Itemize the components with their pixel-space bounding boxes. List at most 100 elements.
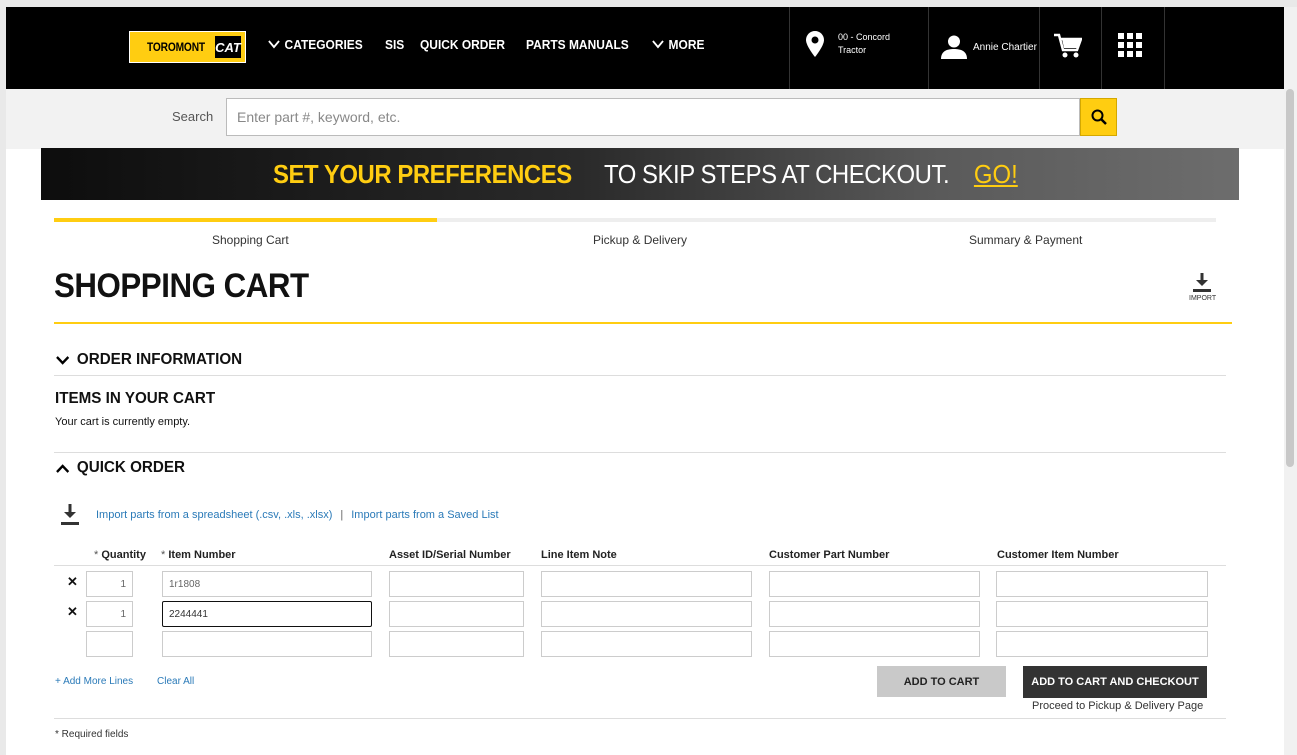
search-bar-row: Search Enter part #, keyword, etc. [6,89,1284,149]
nav-parts-manuals[interactable]: PARTS MANUALS [526,37,629,52]
section-divider [54,452,1226,453]
section-heading: QUICK ORDER [76,459,185,476]
nav-label: MORE [668,37,705,52]
line-note-input[interactable] [541,601,752,627]
required-fields-note: * Required fields [55,729,129,740]
step-summary-payment[interactable]: Summary & Payment [969,233,1082,247]
add-more-lines-link[interactable]: + Add More Lines [55,676,133,687]
checkout-progress-fill [54,218,438,222]
customer-part-input[interactable] [769,631,980,657]
column-header-customer-item: Customer Item Number [997,549,1119,561]
order-information-toggle[interactable]: ORDER INFORMATION [56,351,242,369]
logo-text: TOROMONT [147,40,205,54]
column-header-item-number: * Item Number [161,549,236,561]
page-scrollbar[interactable] [1284,7,1297,755]
store-location-selector[interactable]: 00 - Concord Tractor [806,31,890,57]
item-number-input[interactable] [162,631,372,657]
banner-highlight: SET YOUR PREFERENCES [273,158,572,189]
customer-item-input[interactable] [996,631,1208,657]
nav-more[interactable]: MORE [652,37,705,52]
column-header-line-note: Line Item Note [541,549,617,561]
step-shopping-cart[interactable]: Shopping Cart [212,233,289,247]
remove-row-button[interactable]: ✕ [67,604,78,620]
cart-empty-message: Your cart is currently empty. [55,416,191,428]
location-type: Tractor [838,45,867,55]
nav-quick-order[interactable]: QUICK ORDER [420,37,505,52]
location-pin-icon [806,31,824,57]
quick-order-toggle[interactable]: QUICK ORDER [56,459,185,477]
main-nav: CATEGORIES SIS QUICK ORDER PARTS MANUALS… [268,37,709,52]
footer-divider [54,718,1226,719]
clear-all-link[interactable]: Clear All [157,676,194,687]
asset-id-input[interactable] [389,601,524,627]
customer-item-input[interactable] [996,571,1208,597]
page-title: SHOPPING CART [54,267,309,305]
quantity-input[interactable] [86,631,133,657]
cart-icon[interactable] [1054,33,1083,64]
toromont-cat-logo[interactable]: TOROMONT CAT [129,31,246,63]
search-input[interactable]: Enter part #, keyword, etc. [226,98,1080,136]
customer-part-input[interactable] [769,571,980,597]
add-to-cart-button[interactable]: ADD TO CART [877,666,1006,697]
step-pickup-delivery[interactable]: Pickup & Delivery [593,233,687,247]
asset-id-input[interactable] [389,631,524,657]
nav-label: QUICK ORDER [419,37,506,52]
column-header-quantity: * Quantity [94,549,146,561]
line-note-input[interactable] [541,571,752,597]
user-account-menu[interactable]: Annie Chartier [941,35,1037,59]
import-label: IMPORT [1189,295,1217,302]
download-icon [1193,273,1211,292]
header-divider [1039,7,1040,89]
import-spreadsheet-link[interactable]: Import parts from a spreadsheet (.csv, .… [96,509,332,521]
remove-row-button[interactable]: ✕ [67,574,78,590]
download-icon[interactable] [60,504,80,526]
nav-sis[interactable]: SIS [385,37,404,52]
banner-go-link[interactable]: GO! [974,159,1018,190]
location-name: 00 - Concord [838,32,891,42]
nav-categories[interactable]: CATEGORIES [268,37,363,52]
header-divider [1164,7,1165,89]
banner-text: TO SKIP STEPS AT CHECKOUT. [603,158,950,189]
header-divider [928,7,929,89]
nav-label: CATEGORIES [284,37,363,52]
items-heading: ITEMS IN YOUR CART [55,390,216,407]
app-grid-icon[interactable] [1118,33,1142,57]
import-links-row: Import parts from a spreadsheet (.csv, .… [60,504,499,526]
section-divider [54,375,1226,376]
item-number-input[interactable]: 1r1808 [162,571,372,597]
user-icon [941,35,967,59]
search-label: Search [172,109,214,124]
quantity-input[interactable]: 1 [86,601,133,627]
user-name: Annie Chartier [973,41,1037,53]
link-separator: | [340,509,344,521]
checkout-progress [54,218,1216,222]
quantity-input[interactable]: 1 [86,571,133,597]
header-divider [789,7,790,89]
table-header-divider [54,565,1226,566]
column-header-customer-part: Customer Part Number [769,549,890,561]
title-underline [54,322,1232,324]
chevron-up-icon [56,463,70,473]
customer-part-input[interactable] [769,601,980,627]
scrollbar-thumb[interactable] [1286,89,1294,467]
browser-viewport: TOROMONT CAT CATEGORIES SIS QUICK ORDER … [6,7,1284,755]
preferences-banner[interactable]: SET YOUR PREFERENCES TO SKIP STEPS AT CH… [41,148,1239,200]
chevron-down-icon [268,40,280,49]
line-note-input[interactable] [541,631,752,657]
chevron-down-icon [56,355,70,365]
top-nav-bar: TOROMONT CAT CATEGORIES SIS QUICK ORDER … [6,7,1284,89]
customer-item-input[interactable] [996,601,1208,627]
search-button[interactable] [1080,98,1117,136]
import-button[interactable]: IMPORT [1189,273,1217,302]
nav-label: PARTS MANUALS [526,37,630,52]
nav-label: SIS [385,37,405,52]
proceed-hint: Proceed to Pickup & Delivery Page [1032,700,1204,712]
import-saved-list-link[interactable]: Import parts from a Saved List [351,509,498,521]
cat-badge: CAT [215,36,241,58]
chevron-down-icon [652,40,664,49]
add-to-cart-and-checkout-button[interactable]: ADD TO CART AND CHECKOUT [1023,666,1207,698]
search-icon [1091,109,1107,125]
item-number-input[interactable]: 2244441 [162,601,372,627]
section-heading: ORDER INFORMATION [76,351,243,368]
asset-id-input[interactable] [389,571,524,597]
